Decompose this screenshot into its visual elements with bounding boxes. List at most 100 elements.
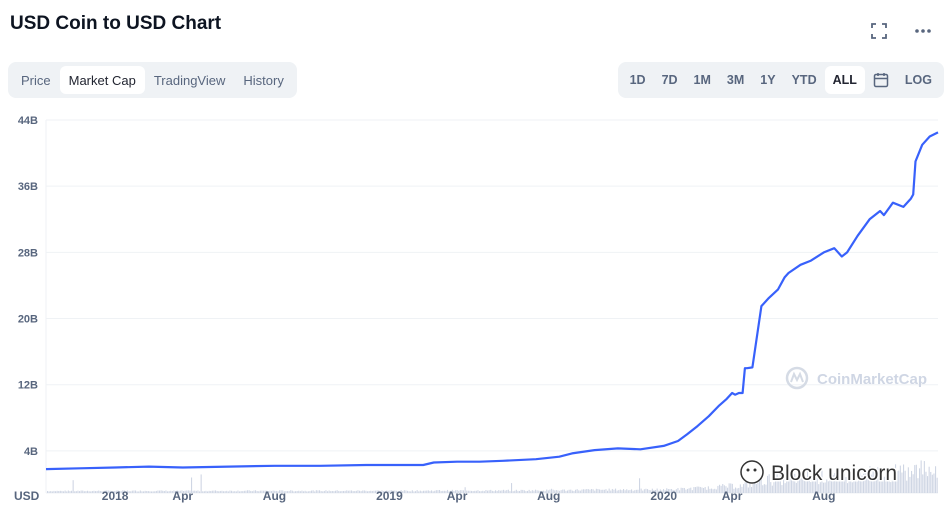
volume-bar — [203, 491, 205, 493]
volume-bar — [408, 491, 410, 493]
log-scale-toggle[interactable]: LOG — [897, 66, 940, 94]
volume-bar — [149, 491, 151, 493]
volume-bar — [935, 466, 937, 493]
tab-price[interactable]: Price — [12, 66, 60, 94]
range-1m[interactable]: 1M — [686, 66, 719, 94]
volume-bar — [301, 490, 303, 493]
volume-bar — [296, 491, 298, 493]
range-ytd[interactable]: YTD — [784, 66, 825, 94]
volume-bar — [167, 491, 169, 493]
volume-bar — [493, 491, 495, 493]
range-1y[interactable]: 1Y — [752, 66, 783, 94]
volume-bar — [221, 490, 223, 493]
volume-bar — [439, 489, 441, 493]
block-unicorn-watermark-text: Block unicorn — [771, 462, 897, 485]
fullscreen-icon[interactable] — [868, 20, 890, 42]
volume-bar — [247, 490, 249, 493]
volume-bar — [359, 490, 361, 493]
volume-bar — [507, 489, 509, 493]
volume-bar — [229, 490, 231, 493]
volume-bar — [522, 489, 524, 493]
volume-bar — [701, 487, 703, 493]
volume-bar — [85, 491, 87, 493]
volume-bar — [482, 490, 484, 493]
x-tick-label: 2018 — [102, 489, 129, 503]
range-all[interactable]: ALL — [824, 66, 865, 94]
volume-bar — [256, 490, 258, 493]
volume-bar — [600, 489, 602, 493]
volume-bar — [71, 490, 73, 493]
volume-bar — [141, 491, 143, 493]
volume-bar — [290, 490, 292, 493]
volume-bar — [168, 491, 170, 493]
volume-bar — [440, 491, 442, 493]
volume-bar — [423, 490, 425, 493]
more-dots-icon[interactable] — [912, 20, 934, 42]
volume-bar — [47, 491, 49, 493]
volume-bar — [63, 491, 65, 493]
volume-bar — [927, 476, 929, 493]
y-tick-label: 4B — [24, 446, 38, 458]
volume-bar — [679, 490, 681, 493]
volume-bar — [744, 482, 746, 493]
y-tick-label: 12B — [18, 380, 38, 392]
volume-bar — [306, 491, 308, 493]
y-tick-label: 44B — [18, 115, 38, 127]
volume-bar — [717, 485, 719, 493]
volume-bar — [709, 488, 711, 493]
volume-bar — [344, 490, 346, 493]
volume-bar — [323, 490, 325, 493]
volume-bar — [51, 491, 53, 493]
volume-bar — [207, 491, 209, 493]
x-tick-label: Aug — [263, 489, 286, 503]
tab-history[interactable]: History — [234, 66, 292, 94]
volume-bar — [250, 490, 252, 493]
volume-bar — [623, 489, 625, 493]
volume-bar — [130, 491, 132, 493]
range-7d[interactable]: 7D — [654, 66, 686, 94]
volume-bar — [757, 482, 759, 493]
volume-bar — [343, 490, 345, 493]
volume-bar — [747, 487, 749, 493]
tab-market-cap[interactable]: Market Cap — [59, 66, 145, 94]
volume-bar — [911, 470, 913, 493]
volume-bar — [128, 491, 130, 493]
volume-bar — [479, 491, 481, 493]
volume-bar — [703, 487, 705, 493]
volume-bar — [471, 490, 473, 493]
volume-bar — [339, 491, 341, 493]
volume-bar — [413, 491, 415, 493]
volume-bar — [575, 489, 577, 493]
volume-bar — [59, 490, 61, 493]
range-1d[interactable]: 1D — [622, 66, 654, 94]
range-3m[interactable]: 3M — [719, 66, 752, 94]
volume-bar — [139, 490, 141, 493]
volume-bar — [415, 491, 417, 493]
volume-bar — [349, 490, 351, 493]
volume-bar — [347, 490, 349, 493]
volume-bar — [443, 490, 445, 493]
volume-bar — [411, 490, 413, 493]
calendar-icon[interactable] — [865, 66, 897, 94]
volume-bar — [639, 478, 641, 493]
volume-bar — [333, 491, 335, 493]
volume-bar — [469, 490, 471, 493]
volume-bar — [583, 489, 585, 493]
volume-bar — [581, 489, 583, 493]
volume-bar — [695, 487, 697, 493]
volume-bar — [135, 490, 137, 493]
volume-bar — [509, 491, 511, 493]
volume-bar — [144, 490, 146, 493]
volume-bar — [335, 490, 337, 493]
coinmarketcap-watermark-text: CoinMarketCap — [817, 371, 927, 388]
tab-tradingview[interactable]: TradingView — [145, 66, 235, 94]
volume-bar — [331, 490, 333, 493]
volume-bar — [527, 490, 529, 493]
volume-bar — [755, 483, 757, 493]
volume-bar — [159, 490, 161, 493]
volume-bar — [485, 489, 487, 493]
volume-bar — [75, 491, 77, 493]
volume-bar — [427, 490, 429, 493]
volume-bar — [626, 489, 628, 493]
volume-bar — [503, 489, 505, 493]
